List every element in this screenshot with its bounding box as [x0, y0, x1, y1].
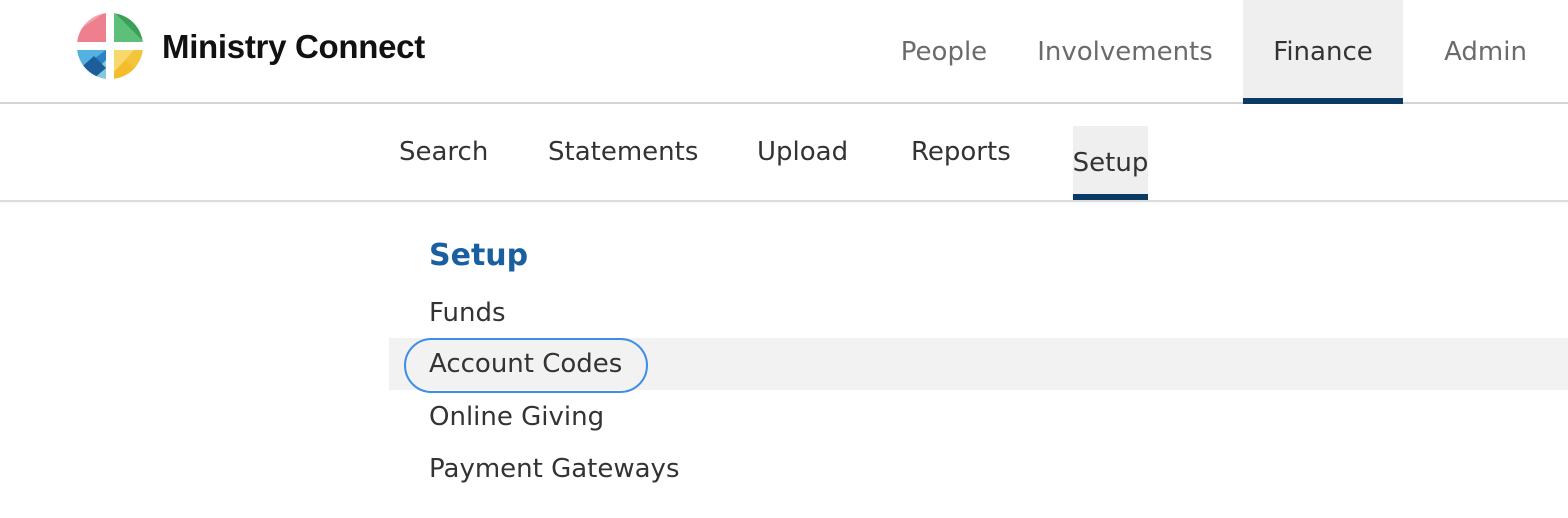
sub-nav-upload[interactable]: Upload — [757, 104, 848, 200]
top-nav: People Involvements Finance Admin — [881, 0, 1568, 106]
setup-item-funds[interactable]: Funds — [429, 287, 506, 339]
setup-item-online-giving[interactable]: Online Giving — [429, 391, 604, 443]
setup-item-payment-gateways[interactable]: Payment Gateways — [429, 443, 680, 495]
finance-sub-nav: Search Statements Upload Reports Setup — [0, 104, 1568, 202]
sub-nav-search[interactable]: Search — [399, 104, 488, 200]
top-nav-admin[interactable]: Admin — [1403, 0, 1568, 104]
top-nav-involvements[interactable]: Involvements — [1007, 0, 1243, 104]
sub-nav-setup[interactable]: Setup — [1073, 126, 1148, 200]
sub-nav-statements[interactable]: Statements — [548, 104, 698, 200]
setup-heading: Setup — [429, 238, 529, 273]
ministry-connect-logo-icon[interactable] — [76, 12, 144, 80]
app-title[interactable]: Ministry Connect — [162, 28, 425, 66]
focus-outline — [404, 338, 648, 393]
top-nav-finance[interactable]: Finance — [1243, 0, 1403, 106]
sub-nav-reports[interactable]: Reports — [911, 104, 1011, 200]
top-header: Ministry Connect People Involvements Fin… — [0, 0, 1568, 106]
top-nav-people[interactable]: People — [881, 0, 1007, 104]
